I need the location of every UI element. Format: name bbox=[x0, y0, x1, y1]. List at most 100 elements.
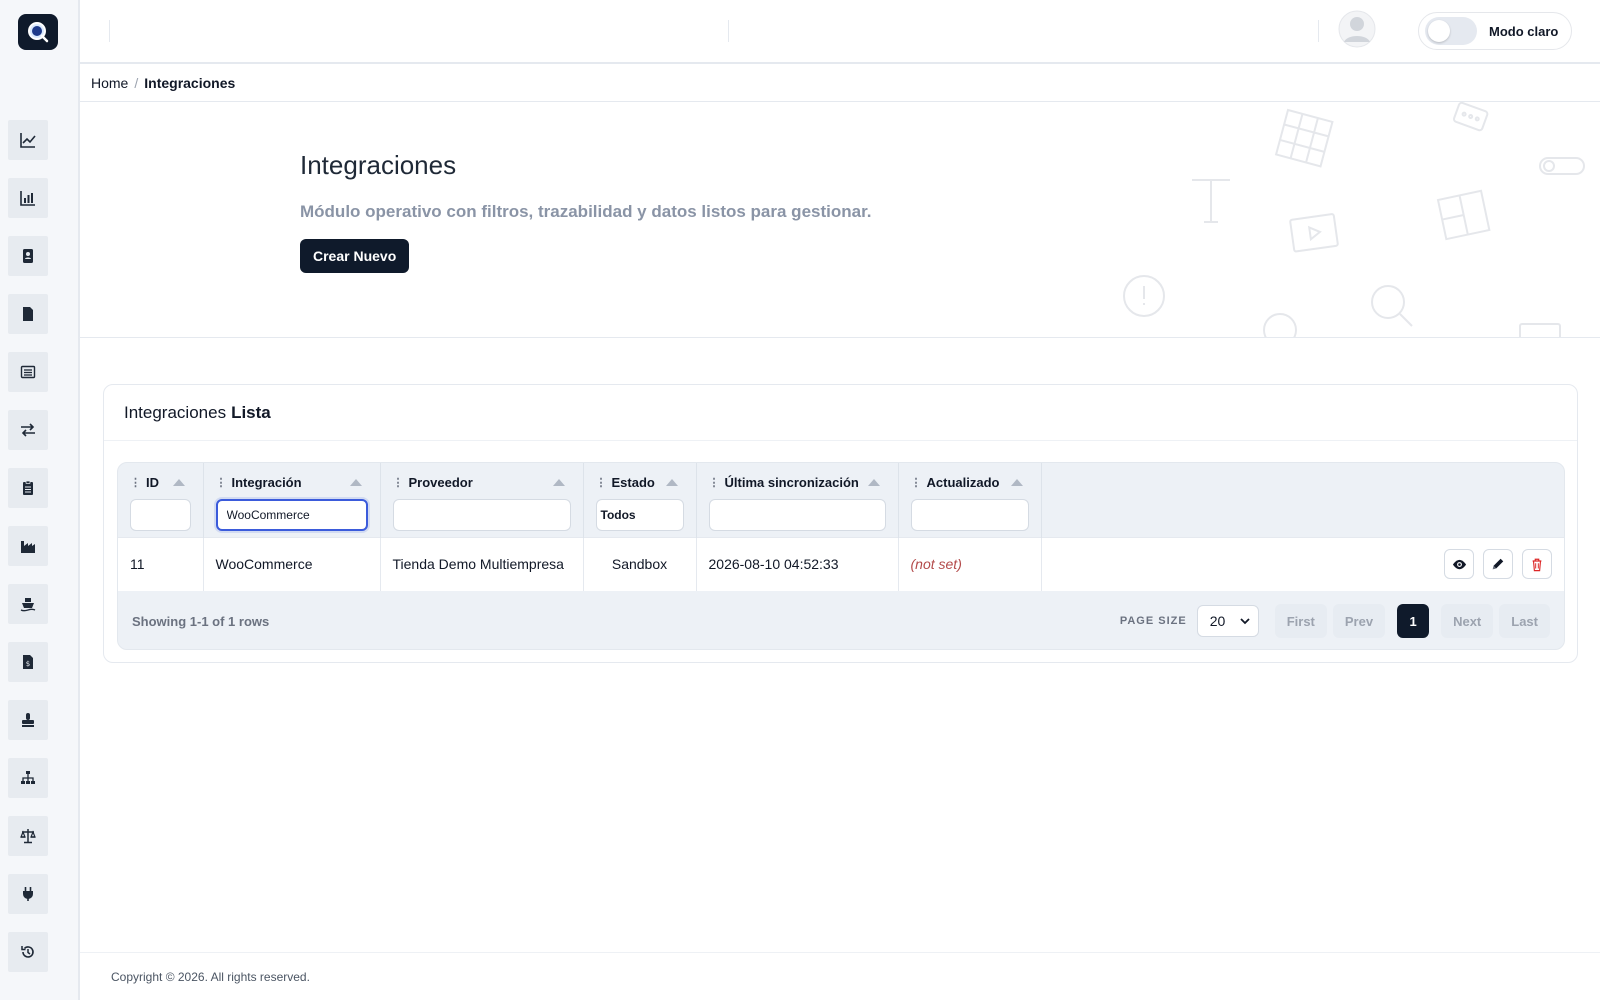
sidebar-item-shipping[interactable] bbox=[8, 584, 48, 624]
last-page-button[interactable]: Last bbox=[1499, 604, 1550, 638]
column-header-ultima-sincronizacion: ⋮ Última sincronización bbox=[696, 463, 899, 537]
sidebar-item-lists[interactable] bbox=[8, 352, 48, 392]
table-row[interactable]: 11 WooCommerce Tienda Demo Multiempresa … bbox=[118, 536, 1564, 591]
pagination: PAGE SIZE 20 First Prev 1 Next Last bbox=[1120, 604, 1550, 638]
page-size-select[interactable]: 20 bbox=[1196, 605, 1259, 637]
column-header-actualizado: ⋮ Actualizado bbox=[898, 463, 1042, 537]
drag-handle-icon[interactable]: ⋮ bbox=[596, 476, 607, 489]
column-label[interactable]: Estado bbox=[612, 475, 655, 490]
sidebar-item-transfers[interactable] bbox=[8, 410, 48, 450]
breadcrumb-home-link[interactable]: Home bbox=[91, 75, 128, 91]
column-label[interactable]: ID bbox=[146, 475, 159, 490]
filter-input-proveedor[interactable] bbox=[392, 499, 571, 531]
column-header-actions bbox=[1041, 463, 1564, 537]
filter-input-id[interactable] bbox=[130, 499, 191, 531]
line-chart-icon bbox=[20, 133, 36, 148]
page-subtitle: Módulo operativo con filtros, trazabilid… bbox=[300, 202, 872, 221]
drag-handle-icon[interactable]: ⋮ bbox=[911, 476, 922, 489]
layout-decor-icon bbox=[1436, 189, 1491, 241]
page-size-label: PAGE SIZE bbox=[1119, 615, 1187, 627]
next-page-button[interactable]: Next bbox=[1441, 604, 1494, 638]
card-title-emphasis: Lista bbox=[231, 402, 271, 422]
drag-handle-icon[interactable]: ⋮ bbox=[216, 476, 227, 489]
rows-summary: Showing 1-1 of 1 rows bbox=[132, 613, 270, 629]
theme-mode-label: Modo claro bbox=[1489, 23, 1559, 39]
toggle-decor-icon bbox=[1539, 157, 1585, 175]
page-footer: Copyright © 2026. All rights reserved. bbox=[80, 952, 1600, 1000]
sort-asc-icon[interactable] bbox=[552, 478, 565, 486]
card-title: Integraciones bbox=[124, 402, 227, 422]
cell-ultima-sincronizacion: 2026-08-10 04:52:33 bbox=[696, 536, 899, 591]
theme-mode-toggle[interactable]: Modo claro bbox=[1418, 12, 1572, 50]
column-label[interactable]: Actualizado bbox=[927, 475, 1000, 490]
column-label[interactable]: Integración bbox=[232, 475, 302, 490]
sidebar-nav: $ bbox=[8, 120, 48, 990]
magnifier-logo-icon bbox=[28, 22, 49, 43]
filter-input-integracion[interactable] bbox=[215, 499, 368, 531]
edit-button[interactable] bbox=[1483, 549, 1514, 580]
balance-scale-icon bbox=[20, 829, 36, 844]
user-decor-icon bbox=[1263, 313, 1297, 337]
drag-handle-icon[interactable]: ⋮ bbox=[393, 476, 404, 489]
pencil-icon bbox=[1492, 559, 1504, 570]
document-icon bbox=[23, 307, 33, 321]
create-new-button[interactable]: Crear Nuevo bbox=[300, 239, 410, 273]
filter-input-ultima-sincronizacion[interactable] bbox=[708, 499, 886, 531]
sidebar-item-invoices[interactable]: $ bbox=[8, 642, 48, 682]
drag-handle-icon[interactable]: ⋮ bbox=[130, 476, 141, 489]
sidebar-item-reports[interactable] bbox=[8, 178, 48, 218]
avatar[interactable] bbox=[1338, 10, 1376, 48]
column-label[interactable]: Proveedor bbox=[409, 475, 473, 490]
user-avatar-icon bbox=[1338, 10, 1376, 48]
sidebar-item-history[interactable] bbox=[8, 932, 48, 972]
alert-decor-icon bbox=[1123, 275, 1165, 317]
card-header: Integraciones Lista bbox=[104, 385, 1577, 441]
sidebar-item-production[interactable] bbox=[8, 526, 48, 566]
sort-asc-icon[interactable] bbox=[349, 478, 362, 486]
cell-estado: Sandbox bbox=[583, 536, 697, 591]
sort-asc-icon[interactable] bbox=[867, 478, 880, 486]
sidebar-item-documents[interactable] bbox=[8, 294, 48, 334]
toggle-switch[interactable] bbox=[1425, 17, 1477, 45]
sidebar-item-compliance[interactable] bbox=[8, 816, 48, 856]
search-decor-icon bbox=[1371, 285, 1413, 327]
app-logo[interactable] bbox=[18, 14, 58, 50]
grid-decor-icon bbox=[1274, 108, 1334, 168]
factory-icon bbox=[21, 541, 35, 553]
filter-select-estado[interactable]: Todos bbox=[595, 499, 684, 531]
stamp-icon bbox=[22, 713, 34, 727]
drag-handle-icon[interactable]: ⋮ bbox=[709, 476, 720, 489]
sort-asc-icon[interactable] bbox=[1010, 478, 1023, 486]
cell-actions bbox=[1041, 536, 1564, 591]
cell-id: 11 bbox=[118, 536, 204, 591]
prev-page-button[interactable]: Prev bbox=[1332, 604, 1386, 638]
sidebar-item-tasks[interactable] bbox=[8, 468, 48, 508]
sidebar-item-approvals[interactable] bbox=[8, 700, 48, 740]
column-header-estado: ⋮ Estado Todos bbox=[583, 463, 697, 537]
page-size-value: 20 bbox=[1209, 613, 1226, 629]
sidebar-item-dashboard[interactable] bbox=[8, 120, 48, 160]
filter-input-actualizado[interactable] bbox=[910, 499, 1029, 531]
clipboard-icon bbox=[23, 480, 33, 495]
sort-asc-icon[interactable] bbox=[172, 478, 185, 486]
filter-select-value: Todos bbox=[600, 508, 636, 522]
ship-icon bbox=[20, 598, 36, 612]
column-header-id: ⋮ ID bbox=[118, 463, 204, 537]
sidebar-item-structure[interactable] bbox=[8, 758, 48, 798]
current-page-button[interactable]: 1 bbox=[1397, 604, 1430, 638]
sidebar-item-contacts[interactable] bbox=[8, 236, 48, 276]
chat-decor-icon bbox=[1453, 102, 1489, 132]
chevron-down-icon bbox=[1240, 618, 1250, 625]
cell-actualizado: (not set) bbox=[898, 536, 1042, 591]
sidebar-item-integrations[interactable] bbox=[8, 874, 48, 914]
decorative-background-icons bbox=[1123, 102, 1585, 337]
breadcrumb: Home / Integraciones bbox=[80, 64, 1600, 102]
sort-asc-icon[interactable] bbox=[665, 478, 678, 486]
topbar-divider bbox=[728, 20, 729, 42]
column-label[interactable]: Última sincronización bbox=[725, 475, 859, 490]
view-button[interactable] bbox=[1444, 549, 1475, 580]
delete-button[interactable] bbox=[1522, 549, 1552, 580]
breadcrumb-current: Integraciones bbox=[144, 74, 236, 91]
first-page-button[interactable]: First bbox=[1274, 604, 1327, 638]
sidebar: $ bbox=[0, 0, 80, 1000]
